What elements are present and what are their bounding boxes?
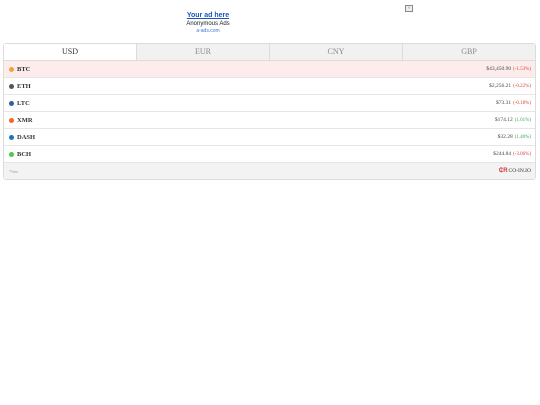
- dash-icon: [9, 134, 14, 140]
- litecoin-icon: [9, 100, 14, 106]
- tab-gbp[interactable]: GBP: [402, 44, 535, 60]
- coin-symbol: BCH: [17, 150, 32, 158]
- ethereum-icon: [9, 83, 14, 89]
- coin-symbol: XMR: [17, 116, 33, 124]
- ad-subtitle: Anonymous Ads: [186, 21, 230, 27]
- coin-price: $43,450.90: [486, 66, 512, 72]
- coin-change: (1.40%): [514, 134, 531, 140]
- bitcoin-icon: [9, 66, 14, 72]
- free-label[interactable]: *free: [9, 169, 18, 174]
- tab-usd[interactable]: USD: [4, 44, 136, 60]
- coin-price: $174.12: [494, 117, 513, 123]
- brand-link[interactable]: ₵R CO-IN.IO: [499, 168, 531, 174]
- coin-price: $73.31: [495, 100, 512, 106]
- ad-banner[interactable]: Your ad here Anonymous Ads a-ads.com: [168, 12, 248, 34]
- crypto-price-widget: USD EUR CNY GBP BTC $43,450.90 (-1.53%) …: [3, 43, 536, 180]
- coin-row-xmr[interactable]: XMR $174.12 (1.01%): [4, 112, 535, 129]
- coin-row-eth[interactable]: ETH $2,256.21 (-0.22%): [4, 78, 535, 95]
- coin-price: $32.28: [497, 134, 513, 140]
- coin-row-bch[interactable]: BCH $244.84 (-3.06%): [4, 146, 535, 163]
- coin-symbol: BTC: [17, 65, 31, 73]
- brand-name: CO-IN.IO: [508, 168, 531, 174]
- monero-icon: [9, 117, 14, 123]
- currency-tabs: USD EUR CNY GBP: [4, 44, 535, 61]
- ad-title-link[interactable]: Your ad here: [168, 12, 248, 20]
- coin-symbol: DASH: [17, 133, 36, 141]
- coin-row-ltc[interactable]: LTC $73.31 (-0.18%): [4, 95, 535, 112]
- coin-change: (-3.06%): [513, 151, 531, 157]
- coin-symbol: ETH: [17, 82, 31, 90]
- coin-change: (-0.22%): [513, 83, 531, 89]
- ad-close-icon[interactable]: ×: [405, 5, 413, 12]
- ad-url-link[interactable]: a-ads.com: [168, 28, 248, 34]
- coin-logo-icon: ₵R: [498, 168, 508, 174]
- bitcoin-cash-icon: [9, 151, 14, 157]
- coin-change: (-1.53%): [513, 66, 531, 72]
- tab-eur[interactable]: EUR: [136, 44, 269, 60]
- coin-symbol: LTC: [17, 99, 30, 107]
- widget-footer: *free ₵R CO-IN.IO: [4, 163, 535, 179]
- coin-price: $244.84: [493, 151, 512, 157]
- coin-price: $2,256.21: [489, 83, 512, 89]
- coin-row-dash[interactable]: DASH $32.28 (1.40%): [4, 129, 535, 146]
- coin-change: (1.01%): [514, 117, 531, 123]
- coin-row-btc[interactable]: BTC $43,450.90 (-1.53%): [4, 61, 535, 78]
- coin-change: (-0.18%): [513, 100, 531, 106]
- tab-cny[interactable]: CNY: [269, 44, 402, 60]
